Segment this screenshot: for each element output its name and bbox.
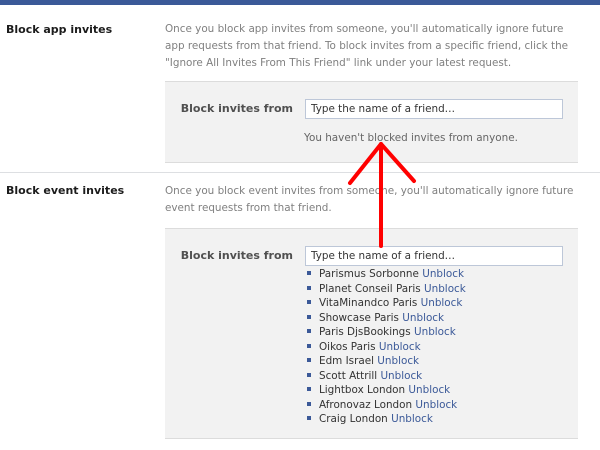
unblock-link[interactable]: Unblock [402, 312, 444, 324]
bullet-icon [307, 329, 311, 333]
blocked-friend-item: VitaMinandco Paris Unblock [307, 296, 466, 311]
unblock-link[interactable]: Unblock [422, 268, 464, 280]
block-event-invites-title: Block event invites [6, 184, 125, 197]
block-event-invites-panel: Block invites from Parismus Sorbonne Unb… [165, 228, 578, 439]
block-app-invites-description: Once you block app invites from someone,… [165, 23, 569, 69]
unblock-link[interactable]: Unblock [379, 341, 421, 353]
block-invites-from-label: Block invites from [180, 102, 293, 115]
bullet-icon [307, 285, 311, 290]
blocked-friend-item: Scott Attrill Unblock [307, 369, 466, 384]
unblock-link[interactable]: Unblock [377, 355, 419, 367]
bullet-icon [307, 416, 311, 420]
blocked-friend-item: Paris DjsBookings Unblock [307, 325, 466, 340]
blocked-friend-item: Lightbox London Unblock [307, 383, 466, 398]
bullet-icon [307, 358, 311, 362]
bullet-icon [307, 401, 311, 406]
bullet-icon [307, 372, 311, 377]
bullet-icon [307, 343, 311, 348]
bullet-icon [307, 300, 311, 304]
unblock-link[interactable]: Unblock [408, 384, 450, 396]
no-blocked-invites-message: You haven't blocked invites from anyone. [304, 132, 518, 144]
event-invites-friend-input[interactable] [305, 246, 563, 266]
blocked-friend-name: Lightbox London [319, 384, 406, 396]
bullet-icon [307, 314, 311, 319]
block-app-invites-title: Block app invites [6, 23, 113, 36]
blocked-friend-name: VitaMinandco Paris [319, 297, 418, 309]
blocked-friend-name: Parismus Sorbonne [319, 268, 419, 280]
blocked-friend-name: Scott Attrill [319, 369, 378, 382]
blocked-friend-item: Planet Conseil Paris Unblock [307, 282, 466, 297]
bullet-icon [307, 387, 311, 391]
blocked-friend-name: Paris DjsBookings [319, 326, 411, 338]
section-divider [0, 172, 600, 173]
blocked-friend-item: Afronovaz London Unblock [307, 398, 466, 413]
unblock-link[interactable]: Unblock [380, 370, 422, 382]
unblock-link[interactable]: Unblock [415, 399, 457, 411]
blocked-friend-name: Edm Israel [319, 355, 374, 367]
top-bar [0, 0, 600, 5]
blocked-friend-item: Craig London Unblock [307, 412, 466, 427]
block-app-invites-panel: Block invites from You haven't blocked i… [165, 81, 578, 163]
blocked-friend-item: Oikos Paris Unblock [307, 340, 466, 355]
blocked-friend-name: Planet Conseil Paris [319, 282, 421, 295]
blocked-friend-name: Craig London [319, 413, 388, 425]
blocked-friend-name: Afronovaz London [319, 398, 413, 411]
block-invites-from-label: Block invites from [180, 249, 293, 262]
blocked-friend-item: Edm Israel Unblock [307, 354, 466, 369]
blocked-friend-item: Showcase Paris Unblock [307, 311, 466, 326]
unblock-link[interactable]: Unblock [421, 297, 463, 309]
blocked-friend-name: Showcase Paris [319, 311, 399, 324]
app-invites-friend-input[interactable] [305, 99, 563, 119]
unblock-link[interactable]: Unblock [391, 413, 433, 425]
blocked-friend-name: Oikos Paris [319, 340, 376, 353]
unblock-link[interactable]: Unblock [414, 326, 456, 338]
blocked-friend-item: Parismus Sorbonne Unblock [307, 267, 466, 282]
unblock-link[interactable]: Unblock [424, 283, 466, 295]
bullet-icon [307, 271, 311, 275]
block-event-invites-description: Once you block event invites from someon… [165, 185, 574, 214]
blocked-friends-list: Parismus Sorbonne Unblock Planet Conseil … [307, 267, 466, 427]
